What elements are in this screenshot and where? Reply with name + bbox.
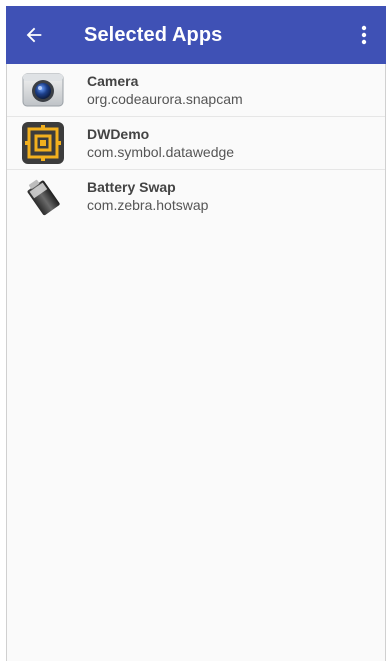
app-package: com.symbol.datawedge (87, 143, 235, 160)
app-bar: Selected Apps (6, 6, 386, 64)
page-title: Selected Apps (84, 23, 223, 46)
app-name: Camera (87, 72, 139, 89)
list-item-camera[interactable]: Camera org.codeaurora.snapcam (7, 64, 385, 117)
arrow-left-icon (26, 27, 42, 43)
selected-apps-list: Camera org.codeaurora.snapcam DWDemo com… (7, 64, 385, 223)
back-button[interactable] (6, 6, 62, 64)
list-item-battery-swap[interactable]: Battery Swap com.zebra.hotswap (7, 170, 385, 223)
list-item-dwdemo[interactable]: DWDemo com.symbol.datawedge (7, 117, 385, 170)
overflow-menu-button[interactable] (342, 6, 386, 64)
camera-icon (21, 68, 65, 112)
app-package: com.zebra.hotswap (87, 197, 209, 213)
app-name: Battery Swap (87, 179, 176, 195)
more-vert-icon (361, 25, 367, 45)
datawedge-icon (21, 121, 65, 165)
app-package: org.codeaurora.snapcam (87, 90, 243, 107)
battery-icon (21, 175, 65, 219)
app-name: DWDemo (87, 125, 150, 142)
